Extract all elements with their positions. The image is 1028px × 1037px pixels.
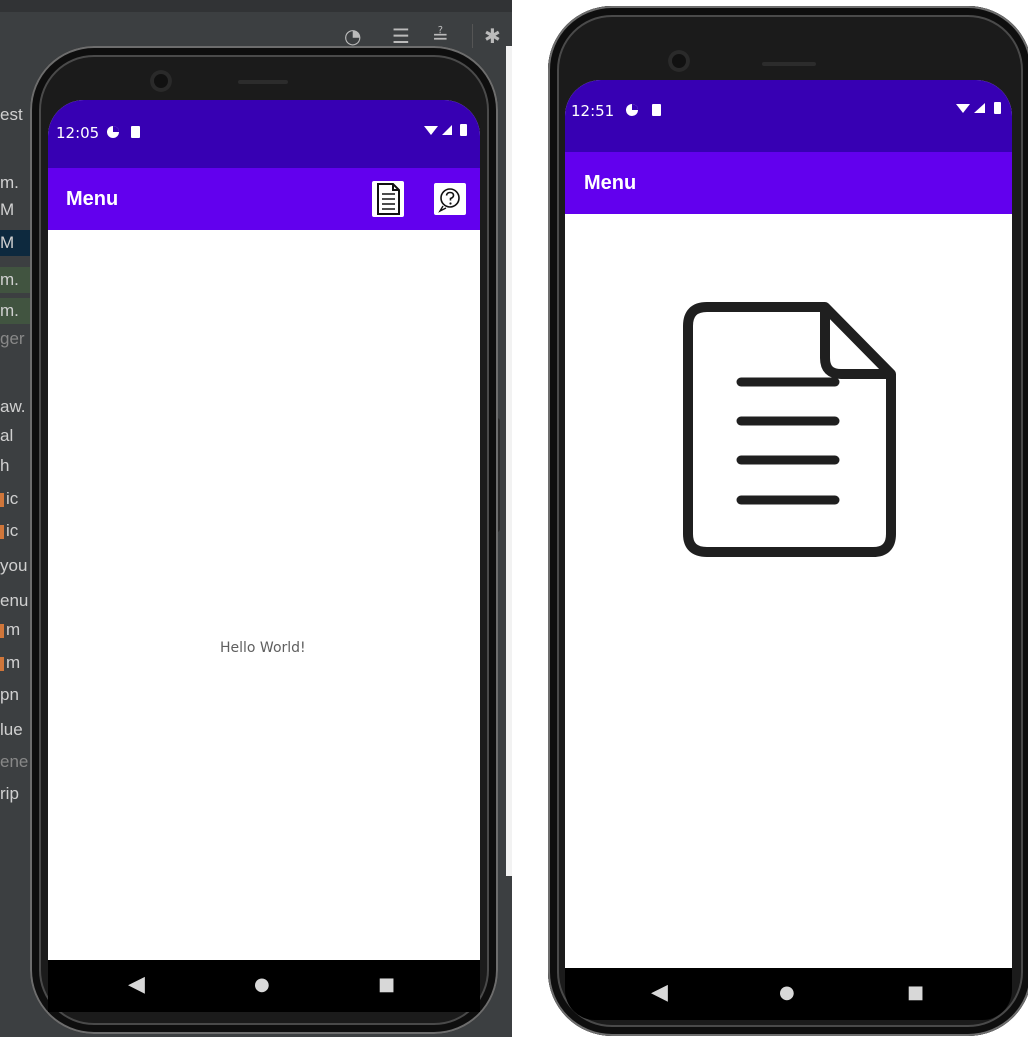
front-camera <box>150 70 172 92</box>
phone-screen-left: 12:05 Menu Hello World! ◀ ● ■ <box>48 100 480 1012</box>
app-bar: Menu <box>565 152 1012 214</box>
align-top-icon[interactable]: ☰ <box>392 26 410 46</box>
project-tree-item-label: m. <box>0 270 19 289</box>
project-tree-item-label: ene <box>0 752 29 771</box>
status-bar: 12:05 <box>48 100 480 168</box>
project-tree-item-label: enu <box>0 591 29 610</box>
status-notification-icons <box>107 126 140 138</box>
ide-top-bar <box>0 0 512 12</box>
back-button-icon[interactable]: ◀ <box>651 982 668 1004</box>
project-tree-item-label: rip <box>0 784 19 803</box>
project-tree-item-label: al <box>0 426 14 445</box>
front-camera <box>668 50 690 72</box>
status-time: 12:05 <box>56 124 100 142</box>
toolbar-separator <box>472 24 473 48</box>
speaker-grille <box>762 62 816 66</box>
project-tree-item-label: aw. <box>0 397 26 416</box>
project-tree-item-label: you <box>0 556 28 575</box>
recents-button-icon[interactable]: ■ <box>907 982 924 1004</box>
dashboard-icon[interactable]: ◔ <box>344 26 361 46</box>
phone-frame-right: 12:51 Menu ◀ ● ■ <box>548 6 1028 1036</box>
file-type-icon <box>0 524 4 539</box>
project-tree-item-label: m <box>6 653 21 672</box>
project-tree-item-label: m. <box>0 301 19 320</box>
project-tree-item-label: m <box>6 620 21 639</box>
speaker-grille <box>238 80 288 84</box>
status-time: 12:51 <box>571 102 615 120</box>
document-icon <box>683 302 896 557</box>
app-title: Menu <box>66 188 119 210</box>
project-tree-item-label: lue <box>0 720 23 739</box>
phone-screen-right: 12:51 Menu <box>565 80 1012 970</box>
document-menu-button[interactable] <box>372 181 404 217</box>
status-notification-icons <box>626 104 661 116</box>
project-tree-item-label: M <box>0 233 15 252</box>
status-bar: 12:51 <box>565 80 1012 152</box>
status-signal-battery <box>956 102 1001 114</box>
project-tree-item-label: ger <box>0 329 25 348</box>
help-icon <box>438 188 460 213</box>
home-button-icon[interactable]: ● <box>254 974 270 996</box>
project-tree-item-label: h <box>0 456 10 475</box>
help-menu-button[interactable] <box>434 183 466 215</box>
file-type-icon <box>0 623 4 638</box>
status-signal-battery <box>424 124 467 136</box>
recents-button-icon[interactable]: ■ <box>378 974 395 996</box>
file-type-icon <box>0 492 4 507</box>
project-tree-item-label: ic <box>6 521 19 540</box>
project-tree-item-label: M <box>0 200 15 219</box>
editor-edge <box>506 46 512 876</box>
document-icon <box>377 183 400 215</box>
home-button-icon[interactable]: ● <box>779 982 795 1004</box>
file-type-icon <box>0 656 4 671</box>
app-title: Menu <box>584 172 637 194</box>
navigation-bar: ◀ ● ■ <box>565 968 1012 1020</box>
project-tree-item-label: m. <box>0 173 19 192</box>
hello-world-text: Hello World! <box>220 640 306 656</box>
project-tree-item-label: est <box>0 105 23 124</box>
align-bottom-icon[interactable]: ≟ <box>432 26 449 46</box>
project-tree-item-label: ic <box>6 489 19 508</box>
project-tree-item-label: pn <box>0 685 19 704</box>
back-button-icon[interactable]: ◀ <box>128 974 145 996</box>
gear-icon[interactable]: ✱ <box>484 26 501 46</box>
navigation-bar: ◀ ● ■ <box>48 960 480 1012</box>
phone-frame-left: 12:05 Menu Hello World! ◀ ● ■ <box>30 46 498 1034</box>
app-bar: Menu <box>48 168 480 230</box>
